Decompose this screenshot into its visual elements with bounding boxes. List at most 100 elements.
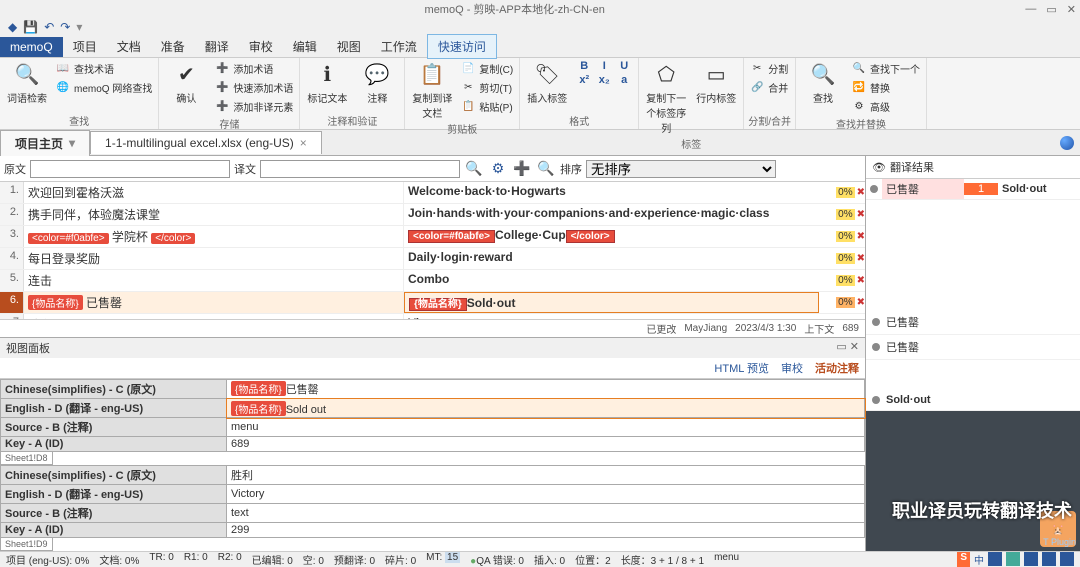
find-next[interactable]: 🔍查找下一个	[850, 60, 922, 77]
sort-select[interactable]: 无排序	[586, 160, 776, 178]
vp-tab-html[interactable]: HTML 预览	[714, 360, 769, 376]
format-B[interactable]: B	[575, 60, 593, 72]
copy[interactable]: 📄复制(C)	[459, 60, 515, 77]
term-search[interactable]: 🔍词语检索	[4, 60, 50, 105]
tm-hit-row[interactable]: 已售罄 1 Sold·out	[866, 179, 1080, 200]
vp-tab-review[interactable]: 审校	[781, 360, 803, 376]
menu-审校[interactable]: 审校	[239, 35, 283, 58]
status-item: 空: 0	[303, 552, 324, 567]
detail-table-1: Chinese(simplifies) - C (原文){物品名称}已售罄Eng…	[0, 379, 865, 452]
concordance-item[interactable]: Sold·out	[866, 390, 1080, 411]
qat-icon[interactable]: ◆	[8, 20, 17, 34]
target-filter-input[interactable]	[260, 160, 460, 178]
clear-filter-icon[interactable]: 🔍	[536, 159, 556, 179]
source-filter-input[interactable]	[30, 160, 230, 178]
find-term[interactable]: 📖查找术语	[54, 60, 154, 77]
ime-icon[interactable]: S	[957, 552, 970, 567]
tab-document[interactable]: 1-1-multilingual excel.xlsx (eng-US)×	[90, 131, 322, 154]
minimize-button[interactable]: —	[1025, 3, 1036, 16]
format-U[interactable]: U	[615, 60, 633, 72]
sb-icon[interactable]	[1006, 552, 1020, 566]
translation-grid[interactable]: 1.欢迎回到霍格沃滋Welcome·back·to·Hogwarts0%✖2.携…	[0, 182, 865, 319]
menu-文档[interactable]: 文档	[107, 35, 151, 58]
grid-row[interactable]: 6.{物品名称} 已售罄 {物品名称}Sold·out0%✖	[0, 292, 865, 314]
status-item: 项目 (eng-US): 0%	[6, 552, 89, 567]
add-nontrans[interactable]: ➕添加非译元素	[213, 98, 295, 115]
tab-dropdown-icon[interactable]: ▾	[69, 136, 75, 150]
close-tab-icon[interactable]: ×	[300, 136, 307, 150]
inline-tag[interactable]: ▭行内标签	[693, 60, 739, 105]
sb-icon[interactable]	[988, 552, 1002, 566]
search-icon[interactable]: 🔍	[464, 159, 484, 179]
qat-more-icon[interactable]: ▾	[76, 20, 82, 34]
document-tab-bar: 项目主页▾ 1-1-multilingual excel.xlsx (eng-U…	[0, 130, 1080, 156]
tm-source: 已售罄	[882, 179, 964, 199]
mark-text[interactable]: ℹ标记文本	[304, 60, 350, 105]
redo-icon[interactable]: ↷	[60, 20, 70, 34]
status-item: 位置：2	[575, 552, 611, 567]
settings-icon[interactable]: ⚙	[488, 159, 508, 179]
menu-快速访问[interactable]: 快速访问	[427, 34, 497, 59]
source-filter-label: 原文	[4, 161, 26, 177]
sb-icon[interactable]	[1060, 552, 1074, 566]
grid-row[interactable]: 4.每日登录奖励Daily·login·reward0%✖	[0, 248, 865, 270]
copy-trans[interactable]: 📋复制到译文栏	[409, 60, 455, 120]
menu-工作流[interactable]: 工作流	[371, 35, 427, 58]
status-orb-icon[interactable]	[1060, 136, 1074, 150]
web-search[interactable]: 🌐memoQ 网络查找	[54, 79, 154, 96]
copy-next-tag[interactable]: ⬠复制下一个标签序列	[643, 60, 689, 135]
grid-row[interactable]: 3.<color=#f0abfe> 学院杯 </color><color=#f0…	[0, 226, 865, 248]
window-title: memoQ - 剪映-APP本地化-zh-CN-en	[4, 1, 1025, 17]
status-item: R1: 0	[184, 552, 208, 567]
close-button[interactable]: ✕	[1067, 3, 1076, 16]
menu-视图[interactable]: 视图	[327, 35, 371, 58]
format-I[interactable]: I	[595, 60, 613, 72]
grid-row[interactable]: 1.欢迎回到霍格沃滋Welcome·back·to·Hogwarts0%✖	[0, 182, 865, 204]
title-bar: memoQ - 剪映-APP本地化-zh-CN-en — ▭ ✕	[0, 0, 1080, 18]
grid-row[interactable]: 5.连击Combo0%✖	[0, 270, 865, 292]
comment[interactable]: 💬注释	[354, 60, 400, 105]
paste[interactable]: 📋粘贴(P)	[459, 98, 515, 115]
format-a[interactable]: a	[615, 74, 633, 86]
confirm[interactable]: ✔确认	[163, 60, 209, 105]
editor-pane: 原文 译文 🔍 ⚙ ➕ 🔍 排序 无排序 1.欢迎回到霍格沃滋Welcome·b…	[0, 156, 866, 551]
ime-lang[interactable]: 中	[974, 552, 984, 567]
concordance-item[interactable]: 已售罄	[866, 335, 1080, 360]
pin-icon[interactable]: ▭ ✕	[836, 340, 859, 356]
merge[interactable]: 🔗合并	[748, 79, 790, 96]
format-x₂[interactable]: x₂	[595, 74, 613, 86]
eye-icon: 👁	[872, 161, 886, 174]
vp-tab-comments[interactable]: 活动注释	[815, 360, 859, 376]
menu-编辑[interactable]: 编辑	[283, 35, 327, 58]
concordance-item[interactable]: 已售罄	[866, 310, 1080, 335]
preview-pane: 职业译员玩转翻译技术 🐹 T Plugin	[866, 411, 1080, 551]
replace[interactable]: 🔁替换	[850, 79, 922, 96]
view-panel: 视图面板▭ ✕ HTML 预览 审校 活动注释 Chinese(simplifi…	[0, 337, 865, 551]
save-icon[interactable]: 💾	[23, 20, 38, 34]
sb-icon[interactable]	[1024, 552, 1038, 566]
split[interactable]: ✂分割	[748, 60, 790, 77]
find[interactable]: 🔍查找	[800, 60, 846, 105]
menu-翻译[interactable]: 翻译	[195, 35, 239, 58]
format-x²[interactable]: x²	[575, 74, 593, 86]
undo-icon[interactable]: ↶	[44, 20, 54, 34]
menu-memoQ[interactable]: memoQ	[0, 37, 63, 57]
maximize-button[interactable]: ▭	[1046, 3, 1056, 16]
quick-add[interactable]: ➕快速添加术语	[213, 79, 295, 96]
tab-project-home[interactable]: 项目主页▾	[0, 130, 90, 156]
status-item: MT: 15	[426, 552, 460, 567]
cut[interactable]: ✂剪切(T)	[459, 79, 515, 96]
status-item: TR: 0	[149, 552, 173, 567]
status-item: R2: 0	[218, 552, 242, 567]
menu-项目[interactable]: 项目	[63, 35, 107, 58]
sb-icon[interactable]	[1042, 552, 1056, 566]
menu-准备[interactable]: 准备	[151, 35, 195, 58]
insert-tag[interactable]: 🏷插入标签	[524, 60, 570, 105]
status-item: 插入: 0	[534, 552, 565, 567]
add-term[interactable]: ➕添加术语	[213, 60, 295, 77]
status-item: 文档: 0%	[99, 552, 139, 567]
add-filter-icon[interactable]: ➕	[512, 159, 532, 179]
filter-bar: 原文 译文 🔍 ⚙ ➕ 🔍 排序 无排序	[0, 156, 865, 182]
grid-row[interactable]: 2.携手同伴，体验魔法课堂Join·hands·with·your·compan…	[0, 204, 865, 226]
advanced[interactable]: ⚙高级	[850, 98, 922, 115]
